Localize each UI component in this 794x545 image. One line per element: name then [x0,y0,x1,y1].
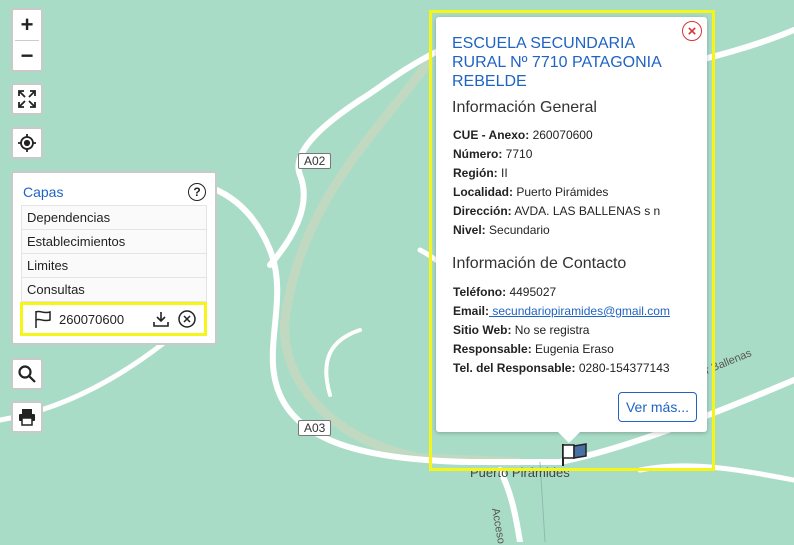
info-label: Nivel: [453,223,486,237]
info-label: Número: [453,147,503,161]
flag-icon [33,309,53,329]
more-button[interactable]: Ver más... [618,392,697,422]
contact-row-phone: Teléfono: 4495027 [453,285,556,299]
info-row-nivel: Nivel: Secundario [453,223,550,237]
info-row-localidad: Localidad: Puerto Pirámides [453,185,608,199]
info-value: AVDA. LAS BALLENAS s n [511,204,661,218]
result-code: 260070600 [59,311,125,327]
info-value: Puerto Pirámides [513,185,609,199]
popup-title: ESCUELA SECUNDARIA RURAL Nº 7710 PATAGON… [452,35,661,90]
contact-row-responsable: Responsable: Eugenia Eraso [453,342,614,356]
contact-row-resp-tel: Tel. del Responsable: 0280-154377143 [453,361,670,375]
info-popup: ESCUELA SECUNDARIA RURAL Nº 7710 PATAGON… [436,17,707,432]
school-marker-icon[interactable] [560,441,590,472]
search-icon [13,360,41,388]
contact-value: 4495027 [506,285,557,299]
contact-label: Tel. del Responsable: [453,361,576,375]
contact-value: 0280-154377143 [575,361,670,375]
layers-list: Dependencias Establecimientos Limites Co… [21,205,207,303]
layer-item-establecimientos[interactable]: Establecimientos [22,230,206,254]
help-icon[interactable]: ? [188,183,206,201]
general-heading: Información General [452,99,597,116]
contact-value: No se registra [511,323,590,337]
contact-label: Sitio Web: [453,323,512,337]
print-button[interactable] [11,401,43,433]
contact-label: Teléfono: [453,285,507,299]
contact-heading: Información de Contacto [452,255,627,272]
layer-item-dependencias[interactable]: Dependencias [22,206,206,230]
contact-label: Responsable: [453,342,532,356]
info-label: CUE - Anexo: [453,128,530,142]
info-value: II [497,166,508,180]
email-link[interactable]: secundariopiramides@gmail.com [489,304,670,318]
download-icon[interactable] [152,310,170,328]
info-label: Dirección: [453,204,512,218]
fullscreen-button[interactable] [11,83,43,115]
search-button[interactable] [11,358,43,390]
zoom-control: + − [11,8,43,72]
road-shield-a03: A03 [298,420,332,436]
info-value: Secundario [485,223,550,237]
print-icon [13,403,41,431]
info-value: 7710 [502,147,533,161]
contact-label: Email: [453,304,490,318]
zoom-in-button[interactable]: + [13,10,41,40]
zoom-out-button[interactable]: − [13,41,41,71]
locate-icon [13,129,41,157]
info-row-numero: Número: 7710 [453,147,532,161]
layer-item-limites[interactable]: Limites [22,254,206,278]
remove-icon[interactable] [178,310,196,328]
info-value: 260070600 [529,128,593,142]
fullscreen-icon [13,85,41,113]
info-row-cue: CUE - Anexo: 260070600 [453,128,593,142]
road-shield-a02: A02 [298,153,332,169]
close-icon[interactable]: × [682,21,702,41]
layer-item-consultas[interactable]: Consultas [22,278,206,302]
info-label: Región: [453,166,498,180]
query-result-row[interactable]: 260070600 [20,302,207,336]
locate-button[interactable] [11,127,43,159]
contact-value: Eugenia Eraso [531,342,614,356]
contact-row-web: Sitio Web: No se registra [453,323,589,337]
info-row-region: Región: II [453,166,508,180]
info-label: Localidad: [453,185,514,199]
layers-title[interactable]: Capas [23,184,63,200]
info-row-direccion: Dirección: AVDA. LAS BALLENAS s n [453,204,660,218]
layers-header: Capas ? [13,173,215,205]
contact-row-email: Email: secundariopiramides@gmail.com [453,304,670,318]
